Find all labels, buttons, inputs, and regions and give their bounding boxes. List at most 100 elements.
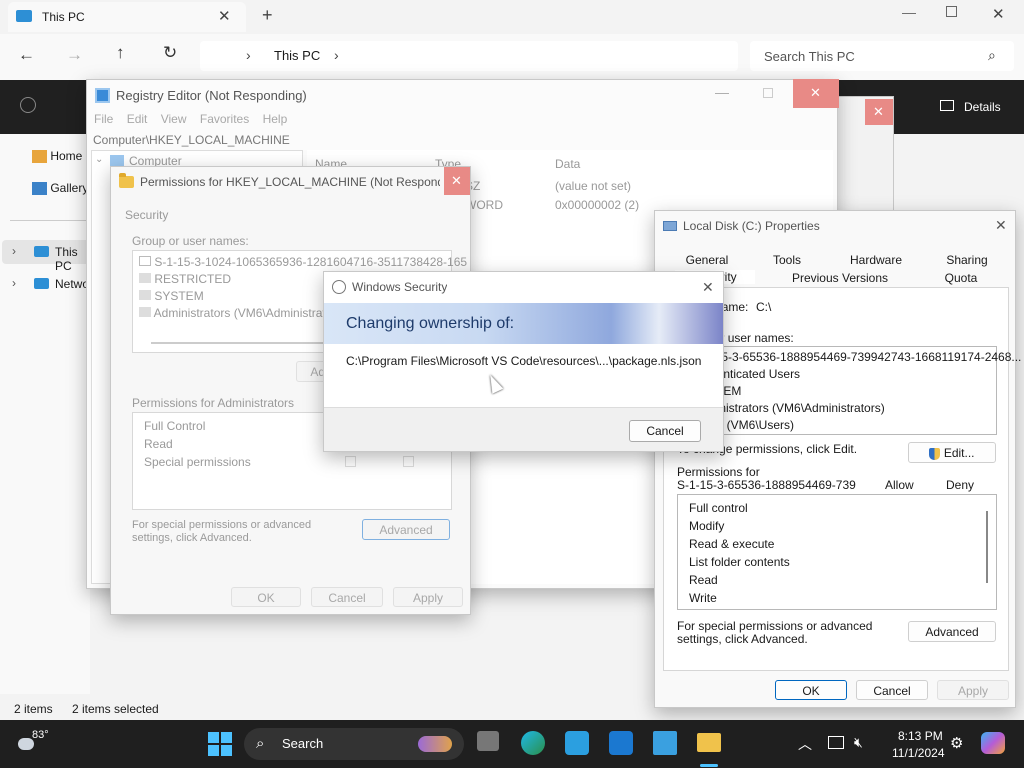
refresh-icon[interactable]: ↻	[163, 43, 177, 63]
search-input[interactable]: Search This PC ⌕	[750, 41, 1014, 71]
search-highlight-icon	[418, 736, 452, 752]
app-icon[interactable]	[609, 731, 633, 755]
scrollbar[interactable]	[986, 511, 988, 583]
details-label[interactable]: Details	[964, 100, 1001, 114]
notepad-icon[interactable]	[653, 731, 677, 755]
windows-logo-icon	[221, 745, 232, 756]
minimize-icon[interactable]: —	[715, 84, 729, 100]
cancel-button[interactable]: Cancel	[856, 680, 928, 700]
checkbox[interactable]	[345, 456, 356, 467]
restore-icon[interactable]	[763, 88, 773, 98]
list-item[interactable]: RESTRICTED	[139, 272, 231, 286]
start-button[interactable]	[208, 732, 232, 756]
close-icon[interactable]: ✕	[702, 279, 714, 296]
chevron-right-icon[interactable]: ›	[12, 276, 16, 290]
tab-tools[interactable]: Tools	[757, 253, 817, 267]
address-bar[interactable]: › This PC ›	[200, 41, 738, 71]
ok-button[interactable]: OK	[231, 587, 301, 607]
copilot-icon[interactable]	[981, 732, 1005, 754]
perm-item: Modify	[689, 519, 725, 533]
new-tab-icon[interactable]: +	[262, 5, 273, 26]
network-tray-icon[interactable]	[828, 736, 844, 749]
security-titlebar[interactable]: Windows Security	[324, 272, 723, 302]
edit-button[interactable]: Edit...	[908, 442, 996, 463]
search-icon: ⌕	[988, 47, 996, 63]
chevron-right-icon: ›	[334, 47, 339, 63]
clock-time[interactable]: 8:13 PM	[898, 729, 943, 743]
breadcrumb[interactable]: This PC	[274, 48, 320, 63]
list-item[interactable]: S-1-15-3-65536-1888954469-739942743-1668…	[692, 350, 1021, 364]
restore-icon[interactable]	[946, 6, 957, 17]
close-button[interactable]: ✕	[444, 167, 470, 195]
nav-item-gallery[interactable]: Gallery	[32, 181, 89, 196]
clock-date[interactable]: 11/1/2024	[892, 746, 945, 760]
explorer-tab[interactable]: This PC ✕	[8, 2, 246, 32]
users-icon	[139, 290, 151, 300]
network-icon	[34, 278, 49, 289]
volume-mute-icon[interactable]: 🔇︎	[854, 734, 863, 751]
remote-desktop-icon[interactable]	[565, 731, 589, 755]
group-list[interactable]: S-1-15-3-65536-1888954469-739942743-1668…	[677, 346, 1021, 435]
close-window-icon[interactable]: ✕	[992, 5, 1005, 23]
deny-header: Deny	[946, 478, 975, 492]
list-item[interactable]: Administrators (VM6\Administrators)	[139, 306, 346, 320]
menu-edit[interactable]: Edit	[127, 112, 148, 126]
tab-general[interactable]: General	[677, 253, 737, 267]
registry-address[interactable]: Computer\HKEY_LOCAL_MACHINE	[93, 133, 290, 147]
disk-title: Local Disk (C:) Properties	[683, 219, 820, 233]
back-icon[interactable]: ←	[18, 45, 35, 65]
advanced-button[interactable]: Advanced	[908, 621, 996, 642]
computer-icon	[110, 155, 124, 166]
chevron-down-icon[interactable]: ⌄	[95, 154, 103, 165]
chevron-right-icon[interactable]: ›	[12, 244, 16, 258]
home-icon	[32, 150, 47, 164]
details-pane-icon[interactable]	[940, 100, 954, 111]
file-explorer-icon[interactable]	[697, 733, 721, 752]
up-icon[interactable]: ↑	[116, 43, 125, 63]
tab-security[interactable]: Security	[125, 208, 168, 222]
advanced-button[interactable]: Advanced	[362, 519, 450, 540]
chevron-up-icon[interactable]: ︿	[798, 734, 812, 754]
disk-titlebar[interactable]: Local Disk (C:) Properties	[655, 211, 1015, 241]
forward-icon[interactable]: →	[66, 45, 83, 65]
weather-widget[interactable]: 83°	[16, 728, 56, 760]
nav-item-this-pc[interactable]: › This PC	[2, 240, 90, 273]
ok-button[interactable]: OK	[775, 680, 847, 700]
close-icon[interactable]: ✕	[218, 7, 231, 25]
menu-file[interactable]: File	[94, 112, 113, 126]
close-icon[interactable]: ✕	[995, 217, 1007, 234]
menu-view[interactable]: View	[161, 112, 187, 126]
minimize-icon[interactable]: —	[902, 4, 916, 20]
cancel-button[interactable]: Cancel	[311, 587, 383, 607]
edge-icon[interactable]	[521, 731, 545, 755]
list-item[interactable]: SYSTEM	[139, 289, 204, 303]
column-data[interactable]: Data	[555, 157, 580, 171]
menu-favorites[interactable]: Favorites	[200, 112, 249, 126]
folder-icon	[119, 173, 134, 188]
settings-tray-icon[interactable]: ⚙	[950, 734, 963, 752]
users-icon	[139, 307, 151, 317]
cancel-button[interactable]: Cancel	[629, 420, 701, 442]
checkbox[interactable]	[403, 456, 414, 467]
permissions-titlebar[interactable]: Permissions for HKEY_LOCAL_MACHINE (Not …	[111, 167, 470, 197]
group-label: Group or user names:	[132, 234, 249, 248]
apply-button[interactable]: Apply	[393, 587, 463, 607]
perm-for-label: Permissions for	[677, 465, 760, 479]
apply-button[interactable]: Apply	[937, 680, 1009, 700]
nav-label: Gallery	[50, 181, 89, 195]
new-icon[interactable]	[20, 97, 36, 113]
tab-hardware[interactable]: Hardware	[841, 253, 911, 267]
windows-logo-icon	[208, 732, 219, 743]
taskbar-search[interactable]: ⌕ Search	[244, 728, 464, 760]
tab-sharing[interactable]: Sharing	[935, 253, 999, 267]
perm-item: Read	[144, 437, 173, 451]
menu-help[interactable]: Help	[263, 112, 288, 126]
tab-quota[interactable]: Quota	[929, 271, 993, 285]
task-view-icon[interactable]	[477, 731, 499, 751]
close-button[interactable]: ✕	[865, 99, 893, 125]
nav-item-home[interactable]: Home	[32, 149, 82, 164]
list-item[interactable]: S-1-15-3-1024-1065365936-1281604716-3511…	[139, 255, 467, 269]
close-button[interactable]: ✕	[793, 79, 839, 108]
security-path: C:\Program Files\Microsoft VS Code\resou…	[346, 354, 702, 368]
tab-previous-versions[interactable]: Previous Versions	[785, 271, 895, 285]
